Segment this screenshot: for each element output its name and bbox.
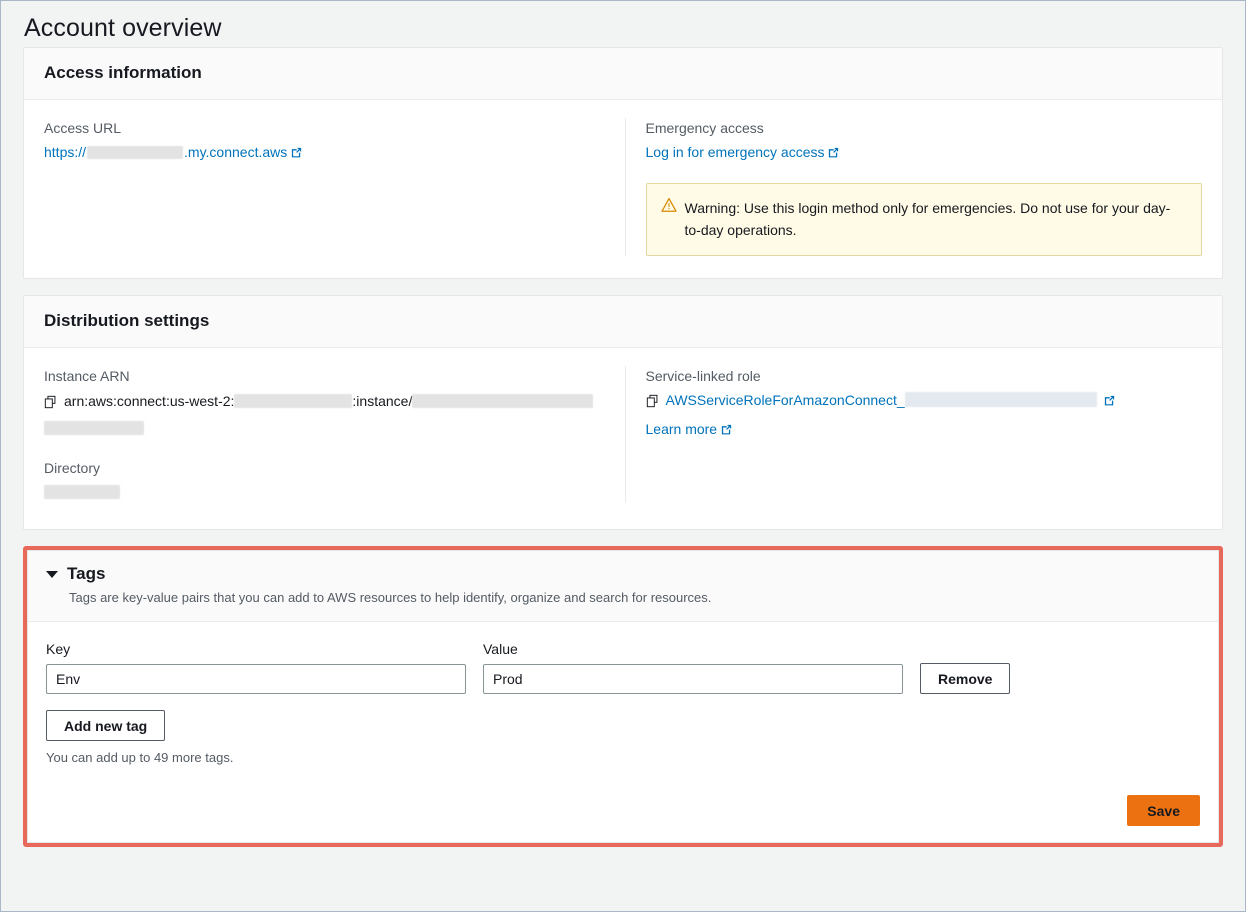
- access-url-link[interactable]: https:// .my.connect.aws: [44, 144, 303, 160]
- tags-description: Tags are key-value pairs that you can ad…: [69, 589, 1200, 607]
- instance-arn-column: Instance ARN arn:aws:connect:us-west-2::…: [44, 366, 625, 503]
- warning-triangle-icon: [661, 197, 677, 216]
- add-new-tag-row: Add new tag: [46, 710, 1200, 741]
- learn-more-label: Learn more: [646, 421, 718, 437]
- instance-arn-redacted-id: [412, 394, 593, 408]
- service-linked-role-redacted: [905, 392, 1097, 407]
- tags-limit-hint: You can add up to 49 more tags.: [46, 749, 1200, 767]
- service-linked-role-prefix: AWSServiceRoleForAmazonConnect_: [666, 392, 905, 408]
- emergency-access-warning-text: Warning: Use this login method only for …: [685, 197, 1185, 241]
- tags-highlight-outline: Tags Tags are key-value pairs that you c…: [23, 546, 1223, 847]
- distribution-settings-title: Distribution settings: [44, 310, 1202, 332]
- access-information-title: Access information: [44, 62, 1202, 84]
- copy-icon[interactable]: [646, 392, 660, 414]
- service-linked-role-label: Service-linked role: [646, 366, 1203, 386]
- external-link-icon: [720, 420, 733, 442]
- external-link-icon: [290, 143, 303, 165]
- service-linked-role-column: Service-linked role AWSServiceRoleForAma…: [625, 366, 1203, 503]
- access-url-value: https:// .my.connect.aws: [44, 141, 601, 165]
- directory-value: [44, 481, 601, 503]
- page-title: Account overview: [23, 1, 1223, 47]
- access-url-column: Access URL https:// .my.connect.aws: [44, 118, 625, 256]
- tags-title-row[interactable]: Tags: [46, 563, 1200, 585]
- tag-row: Key Value Remove: [46, 639, 1200, 694]
- add-new-tag-button[interactable]: Add new tag: [46, 710, 165, 741]
- tag-value-field: Value: [483, 639, 903, 694]
- instance-arn-redacted-account: [234, 394, 352, 408]
- distribution-settings-body: Instance ARN arn:aws:connect:us-west-2::…: [24, 348, 1222, 529]
- emergency-access-warning-alert: Warning: Use this login method only for …: [646, 183, 1202, 256]
- emergency-access-link[interactable]: Log in for emergency access: [646, 144, 841, 160]
- service-linked-role-value: AWSServiceRoleForAmazonConnect_: [646, 389, 1203, 414]
- copy-icon[interactable]: [44, 392, 58, 416]
- learn-more-row: Learn more: [646, 418, 1203, 442]
- save-button[interactable]: Save: [1127, 795, 1200, 826]
- save-row: Save: [46, 795, 1200, 826]
- external-link-icon[interactable]: [1103, 391, 1116, 413]
- emergency-access-link-text: Log in for emergency access: [646, 144, 825, 160]
- tag-key-label: Key: [46, 639, 466, 659]
- remove-tag-button[interactable]: Remove: [920, 663, 1010, 694]
- tag-value-input[interactable]: [483, 664, 903, 694]
- instance-arn-redacted-id-wrap: [44, 421, 144, 435]
- distribution-settings-columns: Instance ARN arn:aws:connect:us-west-2::…: [44, 366, 1202, 503]
- emergency-access-label: Emergency access: [646, 118, 1203, 138]
- access-url-suffix: .my.connect.aws: [184, 144, 287, 160]
- tag-value-label: Value: [483, 639, 903, 659]
- account-overview-page: Account overview Access information Acce…: [1, 1, 1245, 911]
- access-information-header: Access information: [24, 48, 1222, 100]
- external-link-icon: [827, 143, 840, 165]
- tags-header: Tags Tags are key-value pairs that you c…: [28, 551, 1218, 622]
- instance-arn-label: Instance ARN: [44, 366, 601, 386]
- tag-key-field: Key: [46, 639, 466, 694]
- tags-title: Tags: [67, 563, 105, 585]
- access-information-columns: Access URL https:// .my.connect.aws Emerg…: [44, 118, 1202, 256]
- tag-key-input[interactable]: [46, 664, 466, 694]
- instance-arn-value: arn:aws:connect:us-west-2: :instance/: [44, 389, 601, 440]
- emergency-access-column: Emergency access Log in for emergency ac…: [625, 118, 1203, 256]
- access-url-prefix: https://: [44, 144, 86, 160]
- access-url-redacted: [87, 146, 183, 159]
- tags-card: Tags Tags are key-value pairs that you c…: [27, 550, 1219, 843]
- instance-arn-part1: arn:aws:connect:us-west-2:: [64, 393, 234, 409]
- service-linked-role-link[interactable]: AWSServiceRoleForAmazonConnect_: [666, 392, 905, 408]
- tags-body: Key Value Remove Add new tag You can add…: [28, 622, 1218, 842]
- emergency-access-value: Log in for emergency access: [646, 141, 1203, 165]
- access-information-card: Access information Access URL https:// .m…: [23, 47, 1223, 279]
- instance-arn-part2: :instance/: [352, 393, 412, 409]
- access-information-body: Access URL https:// .my.connect.aws Emerg…: [24, 100, 1222, 278]
- learn-more-link[interactable]: Learn more: [646, 421, 734, 437]
- distribution-settings-card: Distribution settings Instance ARN arn:a…: [23, 295, 1223, 530]
- distribution-settings-header: Distribution settings: [24, 296, 1222, 348]
- caret-down-icon[interactable]: [46, 571, 58, 578]
- directory-redacted: [44, 485, 120, 499]
- access-url-label: Access URL: [44, 118, 601, 138]
- directory-label: Directory: [44, 458, 601, 478]
